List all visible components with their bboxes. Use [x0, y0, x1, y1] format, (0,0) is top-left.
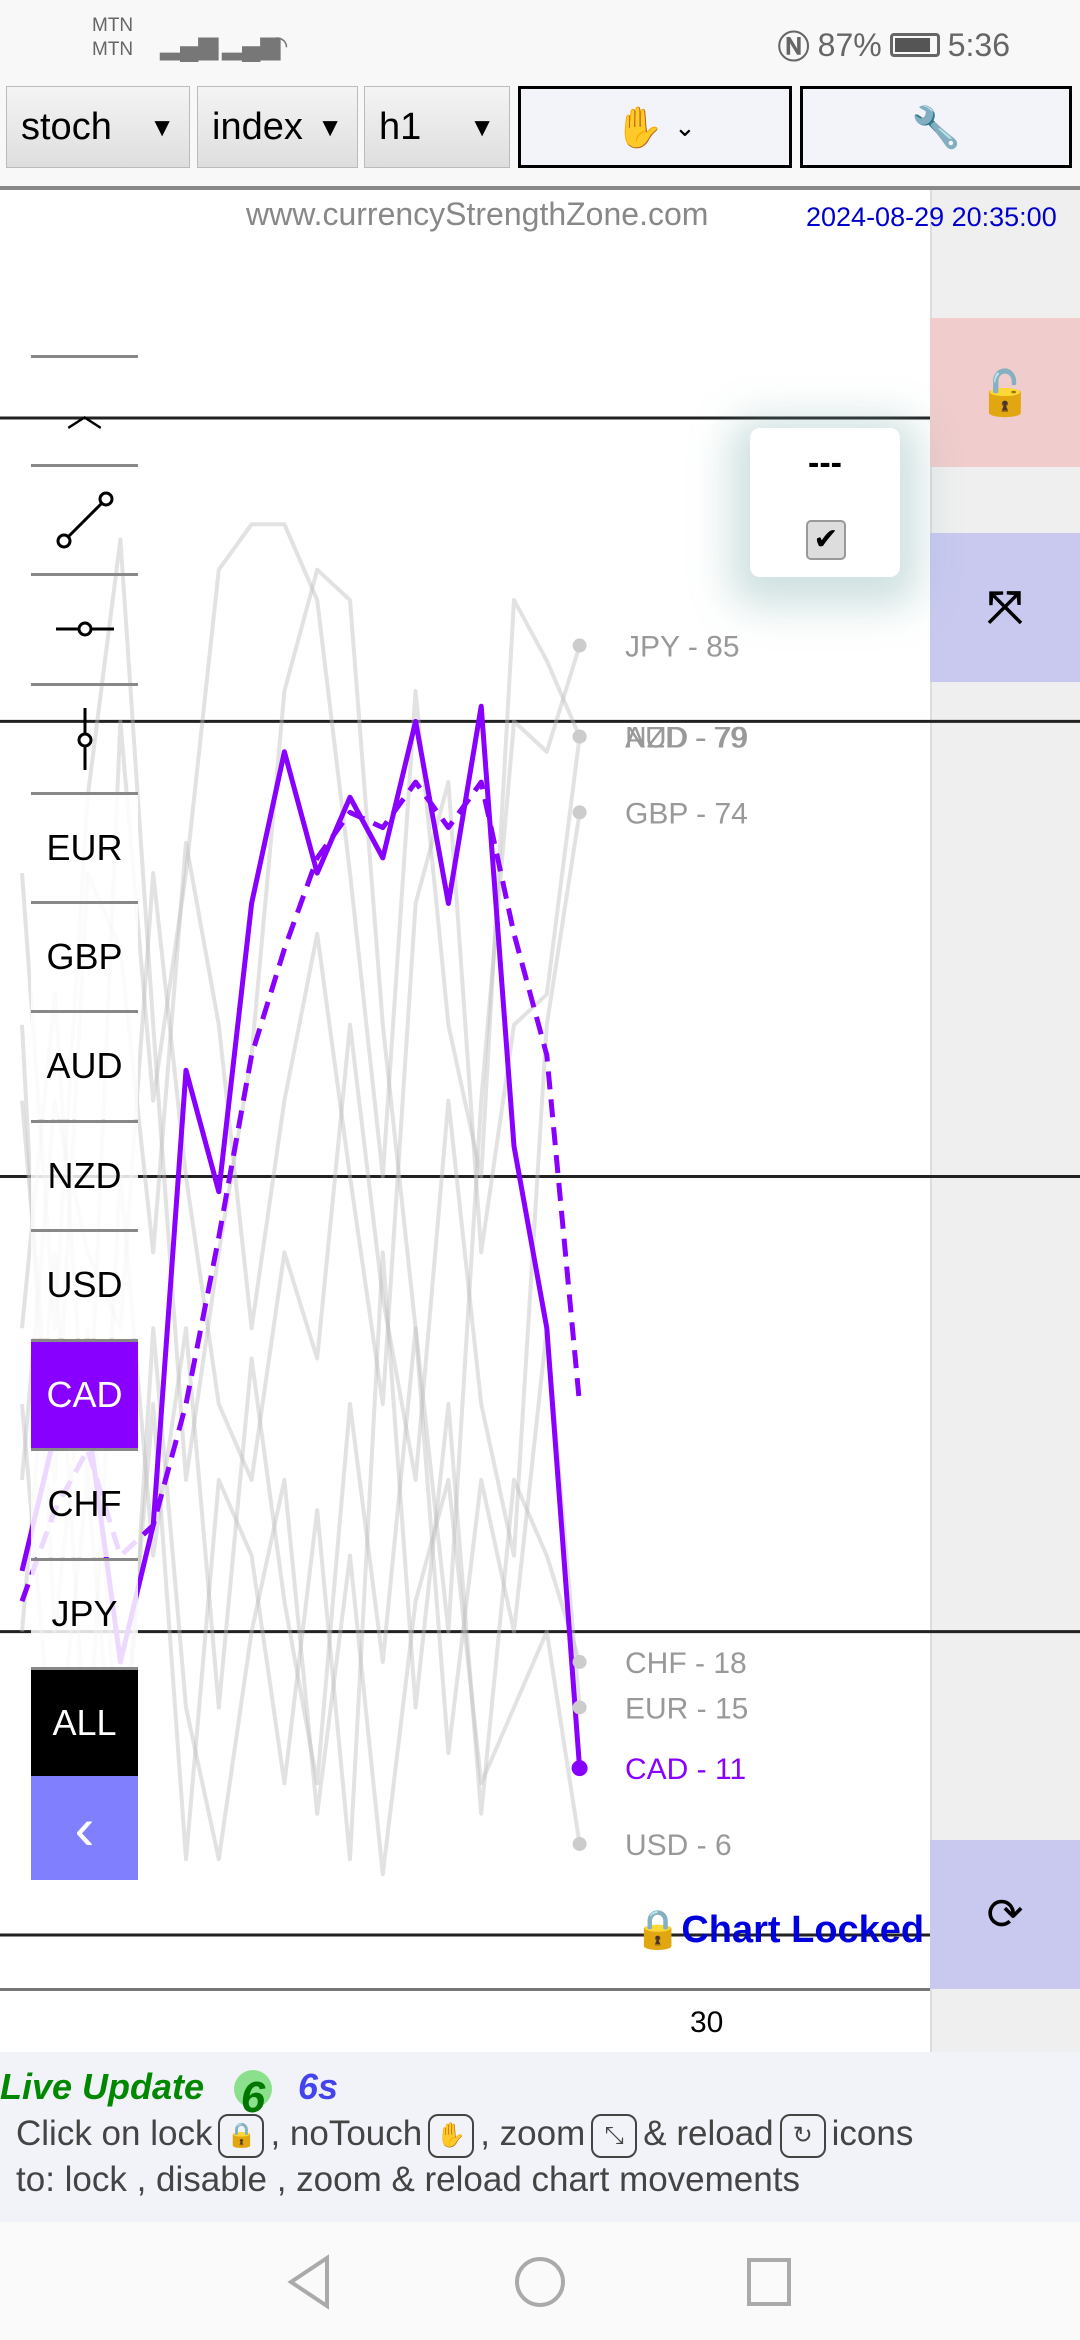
help-text-part: Click on lock	[16, 2114, 213, 2153]
end-label-gbp: GBP - 74	[625, 797, 748, 830]
zoom-button[interactable]: ⤧	[930, 533, 1080, 682]
end-point-jpy	[572, 638, 587, 653]
help-text-part: to: lock , disable , zoom & reload chart…	[16, 2159, 800, 2199]
series-checkbox[interactable]: ✔	[806, 520, 846, 560]
carrier-2: MTN	[92, 39, 134, 60]
navigation-bar	[0, 2222, 1080, 2340]
end-label-aud: AUD - 79	[625, 722, 748, 755]
help-text-part: , zoom	[480, 2114, 586, 2153]
vertical-line-icon	[77, 708, 92, 770]
currency-chf[interactable]: CHF	[31, 1448, 138, 1557]
indicator-value: stoch	[21, 105, 112, 148]
expand-icon: ⤧	[987, 582, 1023, 632]
lock-icon: 🔒	[218, 2113, 265, 2158]
update-count-badge: 6	[234, 2070, 272, 2122]
series-toggle-popup: --- ✔	[750, 428, 900, 577]
mode-select[interactable]: index ▼	[197, 86, 358, 168]
lock-button[interactable]: 🔓	[930, 318, 1080, 467]
notouch-button[interactable]: ✋ ⌄	[518, 86, 792, 168]
hand-icon: ✋	[428, 2113, 475, 2158]
help-text: Click on lock 🔒, noTouch ✋, zoom ⤡ & reload ↻…	[16, 2112, 1076, 2202]
end-point-eur	[572, 1700, 587, 1715]
help-text-part: icons	[831, 2114, 914, 2153]
dropdown-arrow-icon: ▼	[317, 111, 343, 142]
settings-button[interactable]: 🔧	[800, 86, 1072, 168]
hand-icon: ✋	[614, 105, 664, 150]
end-label-nzd: NZD - 79	[625, 722, 747, 755]
indicator-select[interactable]: stoch ▼	[6, 86, 190, 168]
chevron-down-icon: ⌄	[674, 111, 696, 142]
mode-value: index	[212, 105, 303, 148]
end-point-chf	[572, 1654, 587, 1669]
update-interval: 6s	[298, 2066, 339, 2107]
currency-gbp[interactable]: GBP	[31, 901, 138, 1010]
battery-percent: 87%	[817, 26, 882, 63]
end-label-usd: USD - 6	[625, 1829, 732, 1862]
live-update-label: Live Update	[0, 2066, 205, 2107]
reload-icon: ↻	[779, 2113, 826, 2158]
end-label-chf: CHF - 18	[625, 1647, 747, 1680]
x-axis-line	[0, 1988, 930, 1991]
clock: 5:36	[947, 26, 1010, 63]
chart-datetime: 2024-08-29 20:35:00	[806, 202, 1057, 232]
toolbar: stoch ▼ index ▼ h1 ▼ ✋ ⌄ 🔧	[0, 82, 1080, 188]
horizontal-line-tool[interactable]	[31, 573, 138, 682]
triangle-back-icon[interactable]	[285, 2252, 335, 2312]
popup-label: ---	[808, 444, 842, 482]
end-point-usd	[572, 1836, 587, 1851]
currency-aud[interactable]: AUD	[31, 1010, 138, 1119]
square-recents-icon[interactable]	[745, 2252, 795, 2312]
nfc-icon: Ⓝ	[777, 29, 810, 65]
compress-icon: ⤡	[591, 2113, 638, 2158]
status-bar: MTN MTN ▂▄▆ ▂▄▆ ◠ Ⓝ 87% 5:36	[0, 0, 1080, 82]
help-text-part: , noTouch	[270, 2114, 423, 2153]
unlock-icon: 🔓	[977, 368, 1033, 418]
back-button[interactable]: ‹	[31, 1776, 138, 1880]
end-point-cad	[571, 1760, 588, 1777]
end-point-gbp	[572, 805, 587, 820]
currency-cad-selected[interactable]: CAD	[31, 1339, 138, 1448]
collapse-tools-button[interactable]: ︿	[31, 355, 138, 464]
wrench-icon: 🔧	[911, 105, 961, 150]
trend-line-tool[interactable]	[31, 464, 138, 573]
x-tick-label: 30	[690, 2006, 724, 2039]
reload-button[interactable]: ⟳	[930, 1840, 1080, 1989]
currency-eur[interactable]: EUR	[31, 792, 138, 901]
chevron-up-icon: ︿	[66, 393, 103, 434]
end-label-jpy: JPY - 85	[625, 631, 740, 664]
carrier-labels: MTN MTN	[92, 14, 133, 62]
end-point-nzd	[572, 729, 587, 744]
dropdown-arrow-icon: ▼	[149, 111, 175, 142]
chart-locked-status: 🔒Chart Locked	[634, 1909, 925, 1951]
battery-icon	[889, 33, 940, 57]
end-label-cad: CAD - 11	[625, 1753, 746, 1786]
wifi-icon: ◠	[266, 30, 289, 60]
currency-usd[interactable]: USD	[31, 1229, 138, 1338]
site-url: www.currencyStrengthZone.com	[246, 196, 709, 232]
right-panel	[930, 190, 1080, 2052]
carrier-1: MTN	[92, 15, 134, 36]
timeframe-select[interactable]: h1 ▼	[364, 86, 510, 168]
trend-line-icon	[56, 491, 113, 549]
reload-icon: ⟳	[986, 1890, 1024, 1939]
help-text-part: & reload	[643, 2114, 774, 2153]
currency-jpy[interactable]: JPY	[31, 1558, 138, 1667]
signal-icon: ▂▄▆	[160, 30, 219, 60]
dropdown-arrow-icon: ▼	[469, 111, 495, 142]
chevron-left-icon: ‹	[74, 1794, 95, 1862]
currency-nzd[interactable]: NZD	[31, 1120, 138, 1229]
circle-home-icon[interactable]	[512, 2252, 568, 2312]
divider	[0, 186, 1080, 190]
vertical-line-tool[interactable]	[31, 683, 138, 792]
end-point-aud	[572, 729, 587, 744]
end-label-eur: EUR - 15	[625, 1692, 748, 1725]
timeframe-value: h1	[379, 105, 422, 148]
horizontal-line-icon	[55, 621, 114, 637]
currency-all[interactable]: ALL	[31, 1667, 138, 1776]
status-right: Ⓝ 87% 5:36	[778, 22, 1010, 68]
